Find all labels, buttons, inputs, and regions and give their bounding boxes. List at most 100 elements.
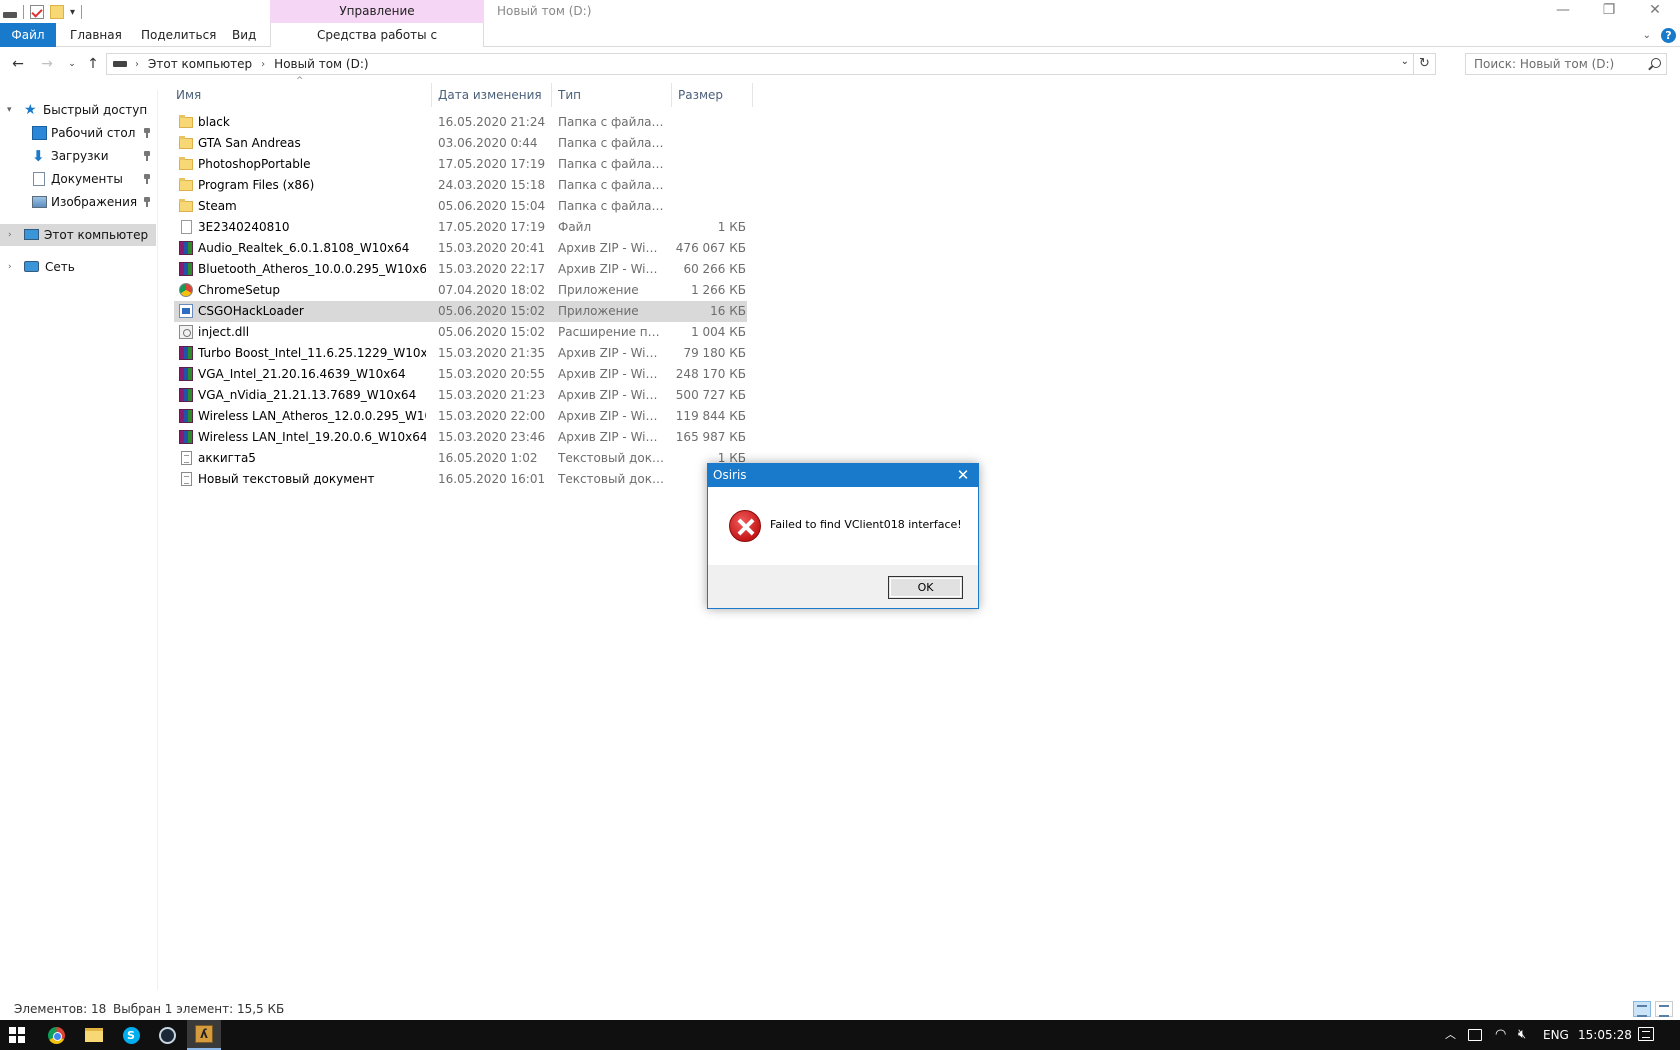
file-name: аккигта5 [198, 451, 256, 465]
title-bar: ▾ Управление Новый том (D:) — ❐ ✕ [0, 0, 1680, 23]
search-icon[interactable] [1651, 58, 1661, 68]
customize-toolbar-dropdown-icon[interactable]: ▾ [70, 7, 75, 18]
sidebar-item-desktop[interactable]: Рабочий стол [0, 122, 158, 144]
column-header-size[interactable]: Размер [672, 83, 753, 107]
dialog-close-icon[interactable]: ✕ [948, 464, 978, 487]
selection-info: Выбран 1 элемент: 15,5 КБ [113, 1002, 285, 1016]
battery-icon[interactable] [1468, 1029, 1482, 1041]
ok-button[interactable]: OK [888, 576, 963, 599]
dll-icon [179, 325, 193, 339]
tab-view[interactable]: Вид [232, 23, 256, 47]
column-header-date[interactable]: Дата изменения [432, 83, 552, 107]
sidebar-item-label: Этот компьютер [44, 228, 149, 242]
pin-icon[interactable] [143, 128, 151, 138]
file-row[interactable]: Audio_Realtek_6.0.1.8108_W10x64 15.03.202… [174, 238, 747, 259]
expand-chevron-icon[interactable]: › [8, 256, 12, 278]
drive-icon[interactable] [3, 12, 17, 18]
file-row[interactable]: Wireless LAN_Atheros_12.0.0.295_W10x64..… [174, 406, 747, 427]
breadcrumb-this-pc[interactable]: Этот компьютер [148, 57, 252, 71]
column-header-type[interactable]: Тип [552, 83, 672, 107]
file-row[interactable]: 3E2340240810 17.05.2020 17:19 Файл 1 КБ [174, 217, 747, 238]
file-row[interactable]: ChromeSetup 07.04.2020 18:02 Приложение 1 2… [174, 280, 747, 301]
sidebar-item-network[interactable]: › Сеть [0, 256, 158, 278]
column-header-name[interactable]: Имя [170, 83, 432, 107]
sidebar-item-pictures[interactable]: Изображения [0, 191, 158, 213]
close-button[interactable]: ✕ [1632, 0, 1678, 22]
details-view-icon[interactable] [1633, 1001, 1651, 1017]
sidebar-item-this-pc[interactable]: › Этот компьютер [0, 224, 156, 246]
taskbar-osiris[interactable]: ʎ [187, 1020, 221, 1050]
refresh-icon[interactable]: ↻ [1413, 54, 1435, 74]
new-folder-icon[interactable] [50, 5, 64, 19]
computer-icon [24, 229, 39, 240]
clock[interactable]: 15:05:28 [1578, 1020, 1632, 1050]
sidebar-item-label: Сеть [45, 260, 75, 274]
breadcrumb-separator-icon[interactable]: › [261, 59, 265, 70]
file-row[interactable]: аккигта5 16.05.2020 1:02 Текстовый докум..… [174, 448, 747, 469]
breadcrumb-separator-icon[interactable]: › [135, 59, 139, 70]
language-indicator[interactable]: ENG [1543, 1020, 1569, 1050]
file-type: Текстовый докум... [558, 451, 664, 465]
sidebar-item-documents[interactable]: Документы [0, 168, 158, 190]
taskbar-skype[interactable]: S [114, 1020, 148, 1050]
show-hidden-icons-icon[interactable]: ︿ [1445, 1020, 1456, 1050]
file-row[interactable]: Новый текстовый документ 16.05.2020 16:01… [174, 469, 747, 490]
file-row[interactable]: GTA San Andreas 03.06.2020 0:44 Папка с фа… [174, 133, 747, 154]
file-date: 24.03.2020 15:18 [438, 178, 546, 192]
pin-icon[interactable] [143, 174, 151, 184]
file-row[interactable]: Wireless LAN_Intel_19.20.0.6_W10x64 15.03… [174, 427, 747, 448]
file-row[interactable]: inject.dll 05.06.2020 15:02 Расширение при… [174, 322, 747, 343]
taskbar-chrome[interactable] [39, 1020, 73, 1050]
back-arrow-icon[interactable]: ← [8, 54, 28, 74]
chrome-icon [179, 283, 193, 297]
sidebar-item-quick-access[interactable]: ▾ ★ Быстрый доступ [0, 99, 158, 121]
restore-button[interactable]: ❐ [1586, 0, 1632, 22]
expand-ribbon-icon[interactable]: ⌄ [1643, 30, 1651, 41]
file-row[interactable]: Bluetooth_Atheros_10.0.0.295_W10x64_(N..… [174, 259, 747, 280]
quick-access-toolbar: ▾ [0, 3, 83, 21]
file-row[interactable]: Turbo Boost_Intel_11.6.25.1229_W10x64 15.… [174, 343, 747, 364]
file-row[interactable]: VGA_Intel_21.20.16.4639_W10x64 15.03.2020… [174, 364, 747, 385]
expand-chevron-icon[interactable]: › [8, 224, 12, 246]
start-button[interactable] [0, 1020, 34, 1050]
recent-locations-chevron-icon[interactable]: ⌄ [62, 54, 82, 74]
file-row[interactable]: VGA_nVidia_21.21.13.7689_W10x64 15.03.202… [174, 385, 747, 406]
forward-arrow-icon[interactable]: → [37, 54, 57, 74]
tab-application-tools[interactable]: Средства работы с приложениями [270, 23, 484, 66]
breadcrumb-drive-d[interactable]: Новый том (D:) [274, 57, 368, 71]
file-date: 15.03.2020 22:00 [438, 409, 546, 423]
pictures-icon [32, 196, 47, 208]
search-input[interactable]: Поиск: Новый том (D:) [1465, 53, 1667, 75]
collapse-chevron-icon[interactable]: ▾ [7, 99, 12, 121]
file-date: 15.03.2020 22:17 [438, 262, 546, 276]
file-row[interactable]: CSGOHackLoader 05.06.2020 15:02 Приложение… [174, 301, 747, 322]
file-row[interactable]: black 16.05.2020 21:24 Папка с файлами [174, 112, 747, 133]
up-arrow-icon[interactable]: ↑ [83, 54, 103, 74]
sidebar-item-label: Документы [51, 172, 123, 186]
volume-muted-icon[interactable]: 🔇︎ [1518, 1020, 1526, 1050]
minimize-button[interactable]: — [1540, 0, 1586, 22]
file-date: 05.06.2020 15:02 [438, 325, 546, 339]
pin-icon[interactable] [143, 197, 151, 207]
action-center-icon[interactable] [1638, 1027, 1654, 1041]
pin-icon[interactable] [143, 151, 151, 161]
help-icon[interactable]: ? [1661, 27, 1676, 43]
tab-home[interactable]: Главная [70, 23, 122, 47]
sidebar-item-downloads[interactable]: ⬇ Загрузки [0, 145, 158, 167]
taskbar-steam[interactable] [150, 1020, 184, 1050]
wifi-icon[interactable]: ◠ [1495, 1020, 1506, 1050]
file-row[interactable]: Program Files (x86) 24.03.2020 15:18 Папка… [174, 175, 747, 196]
file-row[interactable]: PhotoshopPortable 17.05.2020 17:19 Папка с… [174, 154, 747, 175]
properties-icon[interactable] [30, 5, 44, 19]
toolbar-separator [81, 5, 83, 19]
file-type: Архив ZIP - WinR... [558, 241, 664, 255]
large-icons-view-icon[interactable] [1655, 1001, 1673, 1017]
file-type: Приложение [558, 283, 639, 297]
dialog-message: Failed to find VClient018 interface! [770, 518, 962, 531]
tab-share[interactable]: Поделиться [141, 23, 216, 47]
file-row[interactable]: Steam 05.06.2020 15:04 Папка с файлами [174, 196, 747, 217]
address-bar[interactable]: › Этот компьютер › Новый том (D:) ⌄ ↻ [106, 53, 1436, 75]
taskbar-file-explorer[interactable] [77, 1020, 111, 1050]
tab-file[interactable]: Файл [0, 23, 56, 47]
address-dropdown-icon[interactable]: ⌄ [1401, 56, 1409, 67]
